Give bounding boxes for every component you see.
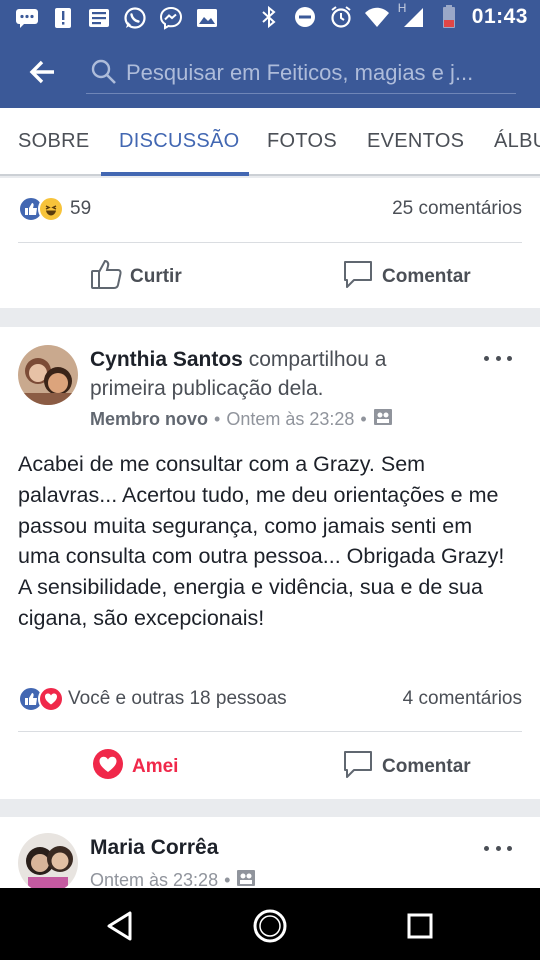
more-options-icon[interactable] <box>484 843 512 853</box>
tab-albuns[interactable]: ÁLBU <box>494 130 540 153</box>
separator-dot: • <box>360 409 367 429</box>
post-card: Maria Corrêa Ontem às 23:28 • <box>0 817 540 888</box>
avatar[interactable] <box>18 345 78 405</box>
recents-nav-icon[interactable] <box>400 906 440 946</box>
alarm-icon <box>328 5 354 29</box>
post-card: 59 25 comentários Curtir Comentar <box>0 178 540 308</box>
image-icon <box>194 6 220 30</box>
reaction-count: 59 <box>70 198 92 219</box>
back-nav-icon[interactable] <box>100 906 140 946</box>
comments-count[interactable]: 25 comentários <box>392 198 522 220</box>
whatsapp-icon <box>122 6 148 30</box>
post-card: Cynthia Santos compartilhou a primeira p… <box>0 327 540 799</box>
group-audience-icon <box>373 408 393 431</box>
thumbs-up-icon <box>90 258 122 296</box>
like-label: Curtir <box>130 266 182 287</box>
heart-icon <box>92 748 124 786</box>
app-bar: Pesquisar em Feiticos, magias e j... <box>0 36 540 108</box>
avatar[interactable] <box>18 833 78 888</box>
reactions-summary[interactable]: Você e outras 18 pessoas 4 comentários <box>18 684 522 714</box>
author-name[interactable]: Cynthia Santos <box>90 348 243 371</box>
separator-dot: • <box>224 870 231 888</box>
group-audience-icon <box>236 869 256 888</box>
like-button[interactable]: Curtir <box>90 258 182 296</box>
home-nav-icon[interactable] <box>250 906 290 946</box>
dnd-icon <box>292 5 318 29</box>
tab-discussao[interactable]: DISCUSSÃO <box>119 130 240 153</box>
love-label: Amei <box>132 756 179 777</box>
battery-icon <box>436 5 462 29</box>
love-reaction-icon <box>38 686 64 712</box>
status-bar: H 01:43 <box>0 0 540 36</box>
reaction-people: Você e outras 18 pessoas <box>68 688 287 709</box>
news-icon <box>86 6 112 30</box>
search-icon <box>90 58 118 91</box>
wifi-icon <box>364 5 390 29</box>
divider <box>18 242 522 243</box>
comment-bubble-icon <box>342 258 374 296</box>
post-timestamp[interactable]: Ontem às 23:28 <box>226 409 354 430</box>
comment-bubble-icon <box>342 748 374 786</box>
comment-label: Comentar <box>382 266 471 287</box>
post-header: Cynthia Santos compartilhou a primeira p… <box>90 345 450 403</box>
author-name[interactable]: Maria Corrêa <box>90 836 218 859</box>
reactions-summary[interactable]: 59 25 comentários <box>18 194 522 224</box>
post-body: Acabei de me consultar com a Grazy. Sem … <box>18 452 505 630</box>
network-type-label: H <box>397 1 407 15</box>
alert-icon <box>50 6 76 30</box>
comments-count[interactable]: 4 comentários <box>403 688 522 710</box>
tab-sobre[interactable]: SOBRE <box>18 130 90 153</box>
active-tab-indicator <box>101 172 249 176</box>
signal-icon: H <box>398 1 426 29</box>
comment-button[interactable]: Comentar <box>342 748 471 786</box>
system-nav-bar <box>0 888 540 960</box>
love-button[interactable]: Amei <box>92 748 178 786</box>
clock: 01:43 <box>471 5 528 28</box>
chat-icon <box>14 6 40 30</box>
group-tabs: SOBRE DISCUSSÃO FOTOS EVENTOS ÁLBU <box>0 108 540 176</box>
post-meta: Ontem às 23:28 • <box>90 869 256 888</box>
post-meta: Membro novo • Ontem às 23:28 • <box>90 408 393 431</box>
search-input[interactable]: Pesquisar em Feiticos, magias e j... <box>86 50 516 94</box>
more-options-icon[interactable] <box>484 353 512 363</box>
tab-eventos[interactable]: EVENTOS <box>367 130 464 153</box>
messenger-icon <box>158 6 184 30</box>
separator-dot: • <box>214 409 221 429</box>
bluetooth-icon <box>256 5 282 29</box>
post-timestamp[interactable]: Ontem às 23:28 <box>90 870 218 888</box>
post-header: Maria Corrêa <box>90 833 450 862</box>
haha-reaction-icon <box>38 196 64 222</box>
search-placeholder: Pesquisar em Feiticos, magias e j... <box>126 60 474 85</box>
comment-label: Comentar <box>382 756 471 777</box>
comment-button[interactable]: Comentar <box>342 258 471 296</box>
back-arrow-icon[interactable] <box>24 56 60 88</box>
member-badge: Membro novo <box>90 409 209 429</box>
tab-fotos[interactable]: FOTOS <box>267 130 337 153</box>
divider <box>18 731 522 732</box>
